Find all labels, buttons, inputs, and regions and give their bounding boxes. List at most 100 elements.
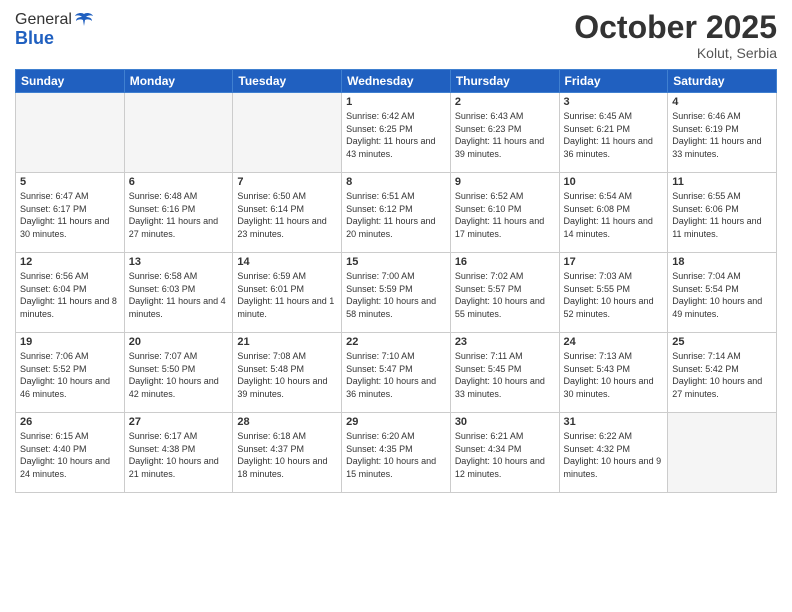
calendar-cell: 12 Sunrise: 6:56 AM Sunset: 6:04 PM Dayli… xyxy=(16,253,125,333)
day-number: 14 xyxy=(237,256,337,268)
calendar-cell: 21 Sunrise: 7:08 AM Sunset: 5:48 PM Dayli… xyxy=(233,333,342,413)
day-number: 7 xyxy=(237,176,337,188)
day-number: 19 xyxy=(20,336,120,348)
calendar-cell: 11 Sunrise: 6:55 AM Sunset: 6:06 PM Dayli… xyxy=(668,173,777,253)
cell-content: Sunrise: 7:06 AM Sunset: 5:52 PM Dayligh… xyxy=(20,350,120,400)
calendar-cell: 8Sunrise: 6:51 AM Sunset: 6:12 PM Daylig… xyxy=(342,173,451,253)
calendar-cell: 4 Sunrise: 6:46 AM Sunset: 6:19 PM Daylig… xyxy=(668,93,777,173)
calendar-week-row: 26Sunrise: 6:15 AM Sunset: 4:40 PM Dayli… xyxy=(16,413,777,493)
cell-content: Sunrise: 7:08 AM Sunset: 5:48 PM Dayligh… xyxy=(237,350,337,400)
page: General Blue October 2025 Kolut, Serbia … xyxy=(0,0,792,612)
day-number: 11 xyxy=(672,176,772,188)
cell-content: Sunrise: 7:04 AM Sunset: 5:54 PM Dayligh… xyxy=(672,270,772,320)
calendar-cell: 19 Sunrise: 7:06 AM Sunset: 5:52 PM Dayli… xyxy=(16,333,125,413)
weekday-header: Friday xyxy=(559,70,668,93)
calendar-cell: 22Sunrise: 7:10 AM Sunset: 5:47 PM Dayli… xyxy=(342,333,451,413)
calendar-cell: 18 Sunrise: 7:04 AM Sunset: 5:54 PM Dayli… xyxy=(668,253,777,333)
calendar-cell: 3Sunrise: 6:45 AM Sunset: 6:21 PM Daylig… xyxy=(559,93,668,173)
weekday-header: Sunday xyxy=(16,70,125,93)
calendar-week-row: 19 Sunrise: 7:06 AM Sunset: 5:52 PM Dayli… xyxy=(16,333,777,413)
cell-content: Sunrise: 7:03 AM Sunset: 5:55 PM Dayligh… xyxy=(564,270,664,320)
cell-content: Sunrise: 6:55 AM Sunset: 6:06 PM Dayligh… xyxy=(672,190,772,240)
cell-content: Sunrise: 6:46 AM Sunset: 6:19 PM Dayligh… xyxy=(672,110,772,160)
calendar-cell: 31 Sunrise: 6:22 AM Sunset: 4:32 PM Dayli… xyxy=(559,413,668,493)
day-number: 12 xyxy=(20,256,120,268)
weekday-header: Thursday xyxy=(450,70,559,93)
day-number: 17 xyxy=(564,256,664,268)
day-number: 9 xyxy=(455,176,555,188)
day-number: 18 xyxy=(672,256,772,268)
cell-content: Sunrise: 6:22 AM Sunset: 4:32 PM Dayligh… xyxy=(564,430,664,480)
day-number: 30 xyxy=(455,416,555,428)
cell-content: Sunrise: 6:58 AM Sunset: 6:03 PM Dayligh… xyxy=(129,270,229,320)
day-number: 6 xyxy=(129,176,229,188)
header: General Blue October 2025 Kolut, Serbia xyxy=(15,10,777,61)
cell-content: Sunrise: 7:14 AM Sunset: 5:42 PM Dayligh… xyxy=(672,350,772,400)
cell-content: Sunrise: 6:21 AM Sunset: 4:34 PM Dayligh… xyxy=(455,430,555,480)
calendar-week-row: 1 Sunrise: 6:42 AM Sunset: 6:25 PM Daylig… xyxy=(16,93,777,173)
weekday-header: Saturday xyxy=(668,70,777,93)
day-number: 20 xyxy=(129,336,229,348)
cell-content: Sunrise: 6:54 AM Sunset: 6:08 PM Dayligh… xyxy=(564,190,664,240)
day-number: 5 xyxy=(20,176,120,188)
cell-content: Sunrise: 6:42 AM Sunset: 6:25 PM Dayligh… xyxy=(346,110,446,160)
calendar-cell: 14 Sunrise: 6:59 AM Sunset: 6:01 PM Dayli… xyxy=(233,253,342,333)
calendar-cell: 9Sunrise: 6:52 AM Sunset: 6:10 PM Daylig… xyxy=(450,173,559,253)
day-number: 23 xyxy=(455,336,555,348)
calendar-cell: 15Sunrise: 7:00 AM Sunset: 5:59 PM Dayli… xyxy=(342,253,451,333)
cell-content: Sunrise: 6:56 AM Sunset: 6:04 PM Dayligh… xyxy=(20,270,120,320)
weekday-header: Wednesday xyxy=(342,70,451,93)
calendar-cell: 27 Sunrise: 6:17 AM Sunset: 4:38 PM Dayli… xyxy=(124,413,233,493)
cell-content: Sunrise: 6:59 AM Sunset: 6:01 PM Dayligh… xyxy=(237,270,337,320)
weekday-header: Monday xyxy=(124,70,233,93)
day-number: 25 xyxy=(672,336,772,348)
calendar-cell: 1 Sunrise: 6:42 AM Sunset: 6:25 PM Daylig… xyxy=(342,93,451,173)
day-number: 27 xyxy=(129,416,229,428)
calendar-cell: 10 Sunrise: 6:54 AM Sunset: 6:08 PM Dayli… xyxy=(559,173,668,253)
calendar-cell: 6 Sunrise: 6:48 AM Sunset: 6:16 PM Daylig… xyxy=(124,173,233,253)
cell-content: Sunrise: 6:47 AM Sunset: 6:17 PM Dayligh… xyxy=(20,190,120,240)
day-number: 13 xyxy=(129,256,229,268)
calendar-cell: 7 Sunrise: 6:50 AM Sunset: 6:14 PM Daylig… xyxy=(233,173,342,253)
location: Kolut, Serbia xyxy=(574,45,777,61)
cell-content: Sunrise: 6:17 AM Sunset: 4:38 PM Dayligh… xyxy=(129,430,229,480)
cell-content: Sunrise: 7:13 AM Sunset: 5:43 PM Dayligh… xyxy=(564,350,664,400)
cell-content: Sunrise: 6:20 AM Sunset: 4:35 PM Dayligh… xyxy=(346,430,446,480)
day-number: 1 xyxy=(346,96,446,108)
cell-content: Sunrise: 7:00 AM Sunset: 5:59 PM Dayligh… xyxy=(346,270,446,320)
cell-content: Sunrise: 7:10 AM Sunset: 5:47 PM Dayligh… xyxy=(346,350,446,400)
cell-content: Sunrise: 7:11 AM Sunset: 5:45 PM Dayligh… xyxy=(455,350,555,400)
logo-blue: Blue xyxy=(15,28,94,49)
weekday-header: Tuesday xyxy=(233,70,342,93)
calendar-cell: 5 Sunrise: 6:47 AM Sunset: 6:17 PM Daylig… xyxy=(16,173,125,253)
calendar-cell: 24Sunrise: 7:13 AM Sunset: 5:43 PM Dayli… xyxy=(559,333,668,413)
month-title: October 2025 xyxy=(574,10,777,45)
calendar-cell xyxy=(668,413,777,493)
calendar-cell: 30 Sunrise: 6:21 AM Sunset: 4:34 PM Dayli… xyxy=(450,413,559,493)
calendar-cell: 25 Sunrise: 7:14 AM Sunset: 5:42 PM Dayli… xyxy=(668,333,777,413)
calendar-cell: 23 Sunrise: 7:11 AM Sunset: 5:45 PM Dayli… xyxy=(450,333,559,413)
calendar-cell xyxy=(16,93,125,173)
calendar-table: SundayMondayTuesdayWednesdayThursdayFrid… xyxy=(15,69,777,493)
calendar-cell: 17 Sunrise: 7:03 AM Sunset: 5:55 PM Dayli… xyxy=(559,253,668,333)
day-number: 4 xyxy=(672,96,772,108)
day-number: 21 xyxy=(237,336,337,348)
logo-general: General xyxy=(15,11,72,29)
day-number: 28 xyxy=(237,416,337,428)
day-number: 31 xyxy=(564,416,664,428)
cell-content: Sunrise: 6:48 AM Sunset: 6:16 PM Dayligh… xyxy=(129,190,229,240)
day-number: 3 xyxy=(564,96,664,108)
day-number: 10 xyxy=(564,176,664,188)
day-number: 16 xyxy=(455,256,555,268)
day-number: 26 xyxy=(20,416,120,428)
calendar-week-row: 5 Sunrise: 6:47 AM Sunset: 6:17 PM Daylig… xyxy=(16,173,777,253)
cell-content: Sunrise: 7:02 AM Sunset: 5:57 PM Dayligh… xyxy=(455,270,555,320)
calendar-header-row: SundayMondayTuesdayWednesdayThursdayFrid… xyxy=(16,70,777,93)
cell-content: Sunrise: 6:50 AM Sunset: 6:14 PM Dayligh… xyxy=(237,190,337,240)
day-number: 2 xyxy=(455,96,555,108)
calendar-cell: 29Sunrise: 6:20 AM Sunset: 4:35 PM Dayli… xyxy=(342,413,451,493)
day-number: 8 xyxy=(346,176,446,188)
calendar-week-row: 12 Sunrise: 6:56 AM Sunset: 6:04 PM Dayli… xyxy=(16,253,777,333)
calendar-cell xyxy=(124,93,233,173)
cell-content: Sunrise: 7:07 AM Sunset: 5:50 PM Dayligh… xyxy=(129,350,229,400)
